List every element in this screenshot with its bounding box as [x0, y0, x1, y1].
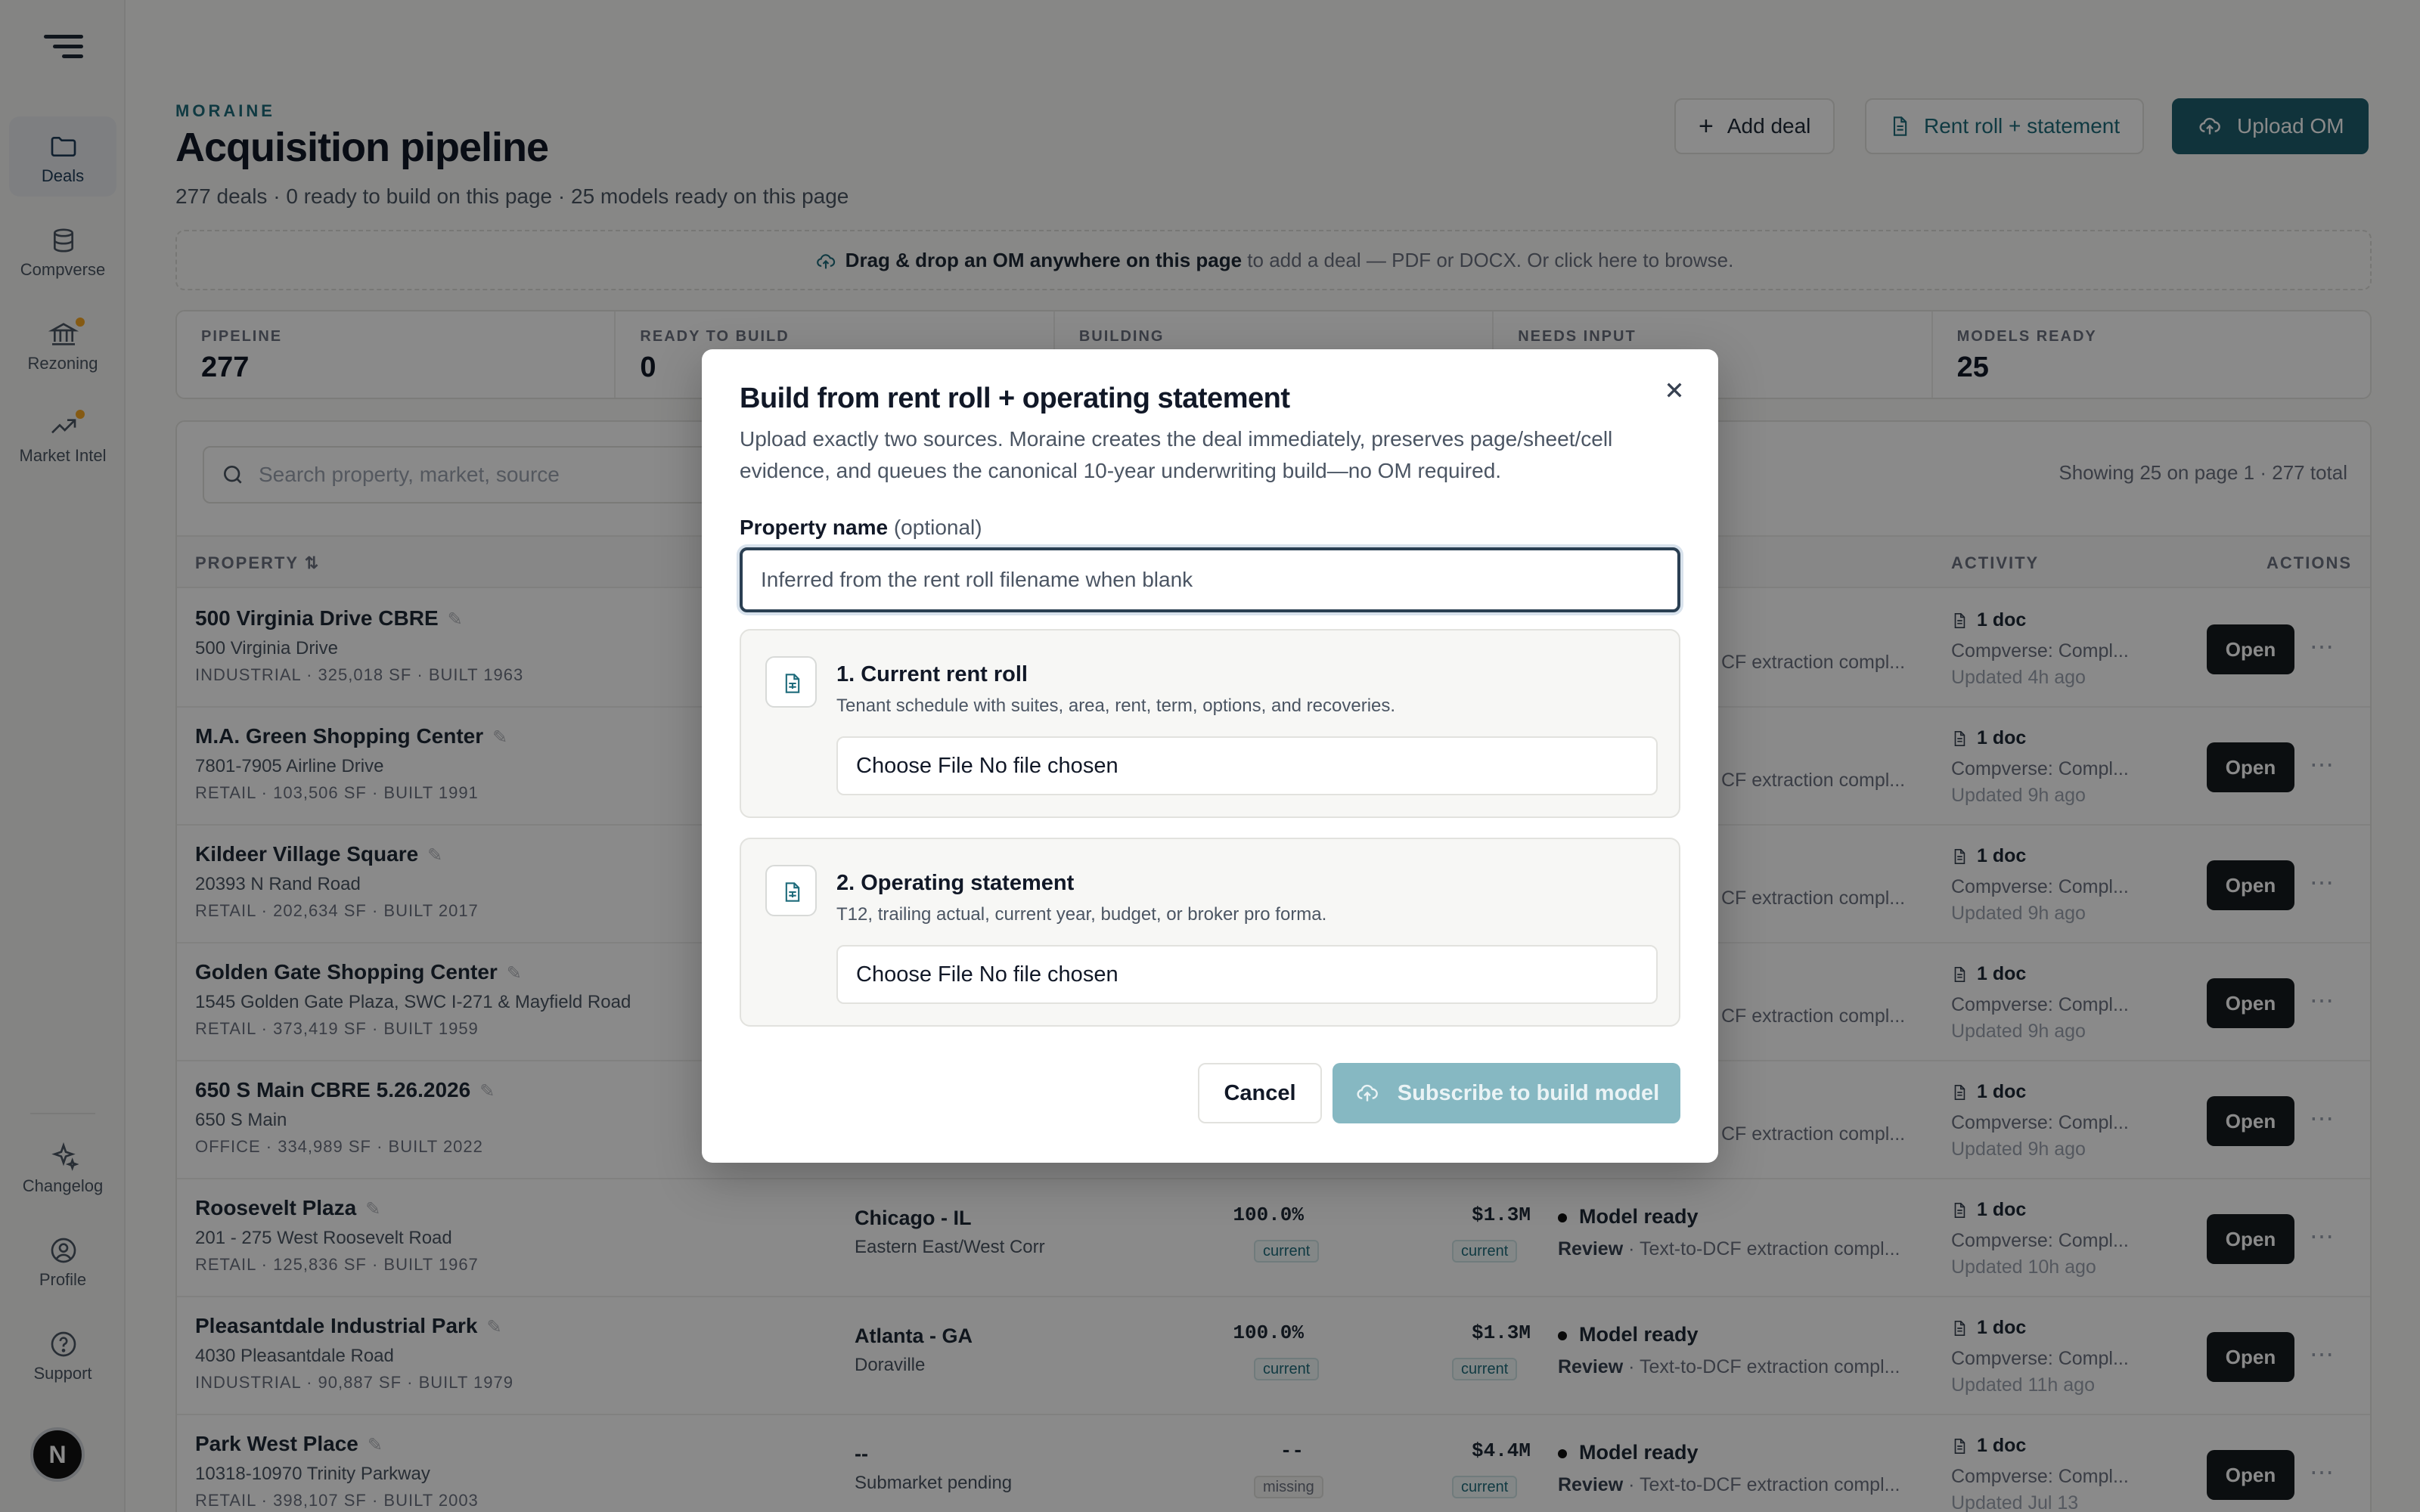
field-label-text: Property name [740, 516, 889, 539]
card-title: 1. Current rent roll [836, 662, 1028, 686]
cloud-upload-icon [1357, 1084, 1378, 1101]
card-title: 2. Operating statement [836, 871, 1075, 895]
modal-title: Build from rent roll + operating stateme… [740, 383, 1290, 414]
file-spreadsheet-icon [785, 674, 800, 693]
rent-roll-modal: Build from rent roll + operating stateme… [702, 349, 1718, 1163]
operating-statement-upload-card: 2. Operating statement T12, trailing act… [740, 838, 1680, 1027]
submit-label: Subscribe to build model [1397, 1080, 1660, 1105]
file-icon-box [765, 865, 817, 916]
property-name-label: Property name (optional) [740, 516, 982, 540]
file-spreadsheet-icon [785, 882, 800, 902]
file-icon-box [765, 656, 817, 708]
field-optional-text: (optional) [893, 516, 982, 539]
card-subtitle: Tenant schedule with suites, area, rent,… [836, 696, 1396, 716]
property-name-input[interactable] [740, 547, 1680, 612]
card-subtitle: T12, trailing actual, current year, budg… [836, 904, 1327, 925]
subscribe-build-button[interactable]: Subscribe to build model [1333, 1063, 1680, 1123]
close-icon[interactable] [1659, 375, 1689, 405]
operating-statement-file-input[interactable]: Choose File No file chosen [836, 945, 1658, 1004]
rent-roll-file-input[interactable]: Choose File No file chosen [836, 736, 1658, 795]
modal-description: Upload exactly two sources. Moraine crea… [740, 427, 1613, 482]
cancel-button[interactable]: Cancel [1198, 1063, 1322, 1123]
rent-roll-upload-card: 1. Current rent roll Tenant schedule wit… [740, 629, 1680, 818]
